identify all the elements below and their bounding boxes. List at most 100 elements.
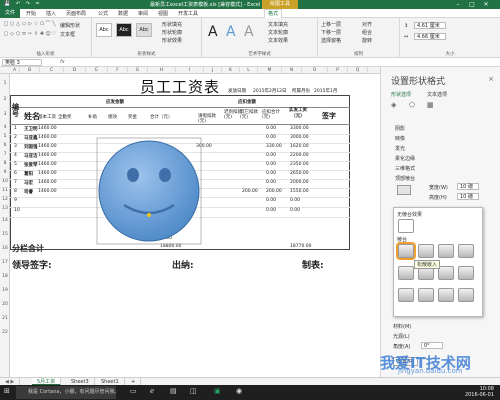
row-header[interactable]: 6 xyxy=(0,143,10,148)
tab-data[interactable]: 数据 xyxy=(118,10,128,17)
bevel-option[interactable] xyxy=(438,288,454,302)
row-header[interactable]: 12 xyxy=(0,197,10,202)
smiley-shape[interactable] xyxy=(96,137,202,245)
task-view-icon[interactable]: ▭ xyxy=(130,387,137,395)
shape-height-input[interactable]: 4.61 厘米 xyxy=(414,22,446,29)
shape-fill-button[interactable]: 形状填充 xyxy=(162,21,182,28)
rotate-button[interactable]: 旋转 xyxy=(362,37,372,44)
wordart-style-2[interactable]: A xyxy=(226,24,236,40)
column-header[interactable]: K xyxy=(222,67,240,74)
top-bevel-dropdown[interactable] xyxy=(397,185,411,195)
maximize-icon[interactable]: □ xyxy=(466,0,478,9)
bevel-option[interactable] xyxy=(458,266,474,280)
row-header[interactable]: 1 xyxy=(0,81,10,86)
row-header[interactable]: 3 xyxy=(0,112,10,117)
tab-formulas[interactable]: 公式 xyxy=(98,10,108,17)
close-icon[interactable]: ✕ xyxy=(480,0,492,9)
style-preset-2[interactable]: Abc xyxy=(116,23,132,37)
windows-start-icon[interactable]: ⊞ xyxy=(4,387,10,395)
tab-home[interactable]: 开始 xyxy=(26,10,36,17)
shape-glyph[interactable]: ╲ xyxy=(51,21,57,31)
tab-view[interactable]: 视图 xyxy=(158,10,168,17)
column-header[interactable]: G xyxy=(128,67,148,74)
tab-insert[interactable]: 插入 xyxy=(46,10,56,17)
text-outline-button[interactable]: 文本轮廓 xyxy=(268,29,288,36)
excel-icon[interactable]: ▣ xyxy=(214,387,221,395)
shape-outline-button[interactable]: 形状轮廓 xyxy=(162,29,182,36)
bevel-option[interactable] xyxy=(458,244,474,258)
row-header[interactable]: 2 xyxy=(0,97,10,102)
row-header[interactable]: 22 xyxy=(0,330,10,335)
style-preset-3[interactable]: Abc xyxy=(136,23,152,37)
bevel-width-input[interactable]: 10 磅 xyxy=(457,183,479,190)
store-icon[interactable]: ◫ xyxy=(190,387,197,395)
clock[interactable]: 10:08 2016-06-01 xyxy=(465,386,494,398)
tab-developer[interactable]: 开发工具 xyxy=(178,10,198,17)
column-header[interactable]: C xyxy=(40,67,64,74)
bevel-option[interactable] xyxy=(438,244,454,258)
row-header[interactable]: 14 xyxy=(0,218,10,223)
shape-width-input[interactable]: 4.66 厘米 xyxy=(414,33,446,40)
bevel-option[interactable] xyxy=(438,266,454,280)
text-effects-button[interactable]: 文本效果 xyxy=(268,37,288,44)
wordart-style-3[interactable]: A xyxy=(244,24,254,40)
bevel-option[interactable] xyxy=(458,288,474,302)
column-header[interactable]: M xyxy=(258,67,282,74)
bevel-option[interactable] xyxy=(396,242,416,260)
tab-file[interactable]: 文件 xyxy=(0,9,20,18)
bevel-option[interactable] xyxy=(418,244,434,258)
effects-icon[interactable]: ⬠ xyxy=(409,101,415,109)
column-header[interactable]: N xyxy=(282,67,302,74)
shape-effects-button[interactable]: 形状效果 xyxy=(162,37,182,44)
column-header[interactable]: B xyxy=(20,67,40,74)
bevel-option[interactable] xyxy=(418,288,434,302)
bring-forward-button[interactable]: 上移一层 xyxy=(321,21,341,28)
column-header[interactable]: A xyxy=(10,67,20,74)
style-preset-1[interactable]: Abc xyxy=(96,23,112,37)
text-fill-button[interactable]: 文本填充 xyxy=(268,21,288,28)
bevel-gallery[interactable]: 无棱台效果 棱台 松散嵌入 xyxy=(393,207,483,317)
fill-line-icon[interactable]: ◈ xyxy=(391,101,396,109)
pane-item-reflection[interactable]: 映像 xyxy=(395,135,405,142)
row-header[interactable]: 15 xyxy=(0,232,10,237)
close-icon[interactable]: × xyxy=(488,75,494,83)
edit-shape-button[interactable]: 编辑形状 xyxy=(60,22,80,29)
column-header[interactable]: E xyxy=(86,67,108,74)
worksheet[interactable]: 员工工资表 发放日期 2015年2月12日 所属月份 2015年1月 编号 姓名… xyxy=(10,74,380,377)
column-header[interactable]: O xyxy=(302,67,328,74)
bevel-option[interactable] xyxy=(398,266,414,280)
textbox-button[interactable]: 文本框 xyxy=(60,31,75,38)
row-header[interactable]: 16 xyxy=(0,246,10,251)
minimize-icon[interactable]: – xyxy=(452,0,464,9)
size-properties-icon[interactable]: ▦ xyxy=(427,101,434,109)
align-button[interactable]: 对齐 xyxy=(362,21,372,28)
pane-item-shadow[interactable]: 阴影 xyxy=(395,125,405,132)
send-backward-button[interactable]: 下移一层 xyxy=(321,29,341,36)
angle-input[interactable]: 0° xyxy=(421,342,443,349)
tab-text-options[interactable]: 文本选项 xyxy=(427,91,447,98)
tab-review[interactable]: 审阅 xyxy=(138,10,148,17)
tab-shape-options[interactable]: 形状选项 xyxy=(391,91,411,98)
row-header[interactable]: 18 xyxy=(0,274,10,279)
shapes-gallery[interactable]: □ ○ △ ▭ ▷ ☆ ⬠ ⌒ ╲ ▢ ◇ ⬡ ⬭ ⇨ ⇧ ✚ ☺ ♡ xyxy=(3,21,57,41)
edge-icon[interactable]: ℯ xyxy=(150,387,154,395)
column-header[interactable]: I xyxy=(176,67,204,74)
shape-glyph[interactable]: ♡ xyxy=(51,31,57,41)
group-button[interactable]: 组合 xyxy=(362,29,372,36)
name-box[interactable]: 笑脸 3 xyxy=(2,59,42,66)
column-header[interactable]: H xyxy=(148,67,176,74)
cortana-search[interactable]: 我是 Cortana，小娜，有问题尽管问我。 xyxy=(16,386,116,399)
row-header[interactable]: 10 xyxy=(0,179,10,184)
bevel-height-input[interactable]: 10 磅 xyxy=(457,193,479,200)
browser-icon[interactable]: ◉ xyxy=(236,387,242,395)
column-header[interactable]: J xyxy=(204,67,222,74)
row-header[interactable]: 5 xyxy=(0,134,10,139)
row-header[interactable]: 11 xyxy=(0,188,10,193)
bevel-option[interactable] xyxy=(398,288,414,302)
pane-item-3d-format[interactable]: 三维格式 xyxy=(395,165,415,172)
tab-page-layout[interactable]: 页面布局 xyxy=(66,10,86,17)
column-header[interactable]: Q xyxy=(348,67,368,74)
selection-pane-button[interactable]: 选择窗格 xyxy=(321,37,341,44)
row-header[interactable]: 13 xyxy=(0,206,10,211)
row-header[interactable]: 20 xyxy=(0,302,10,307)
